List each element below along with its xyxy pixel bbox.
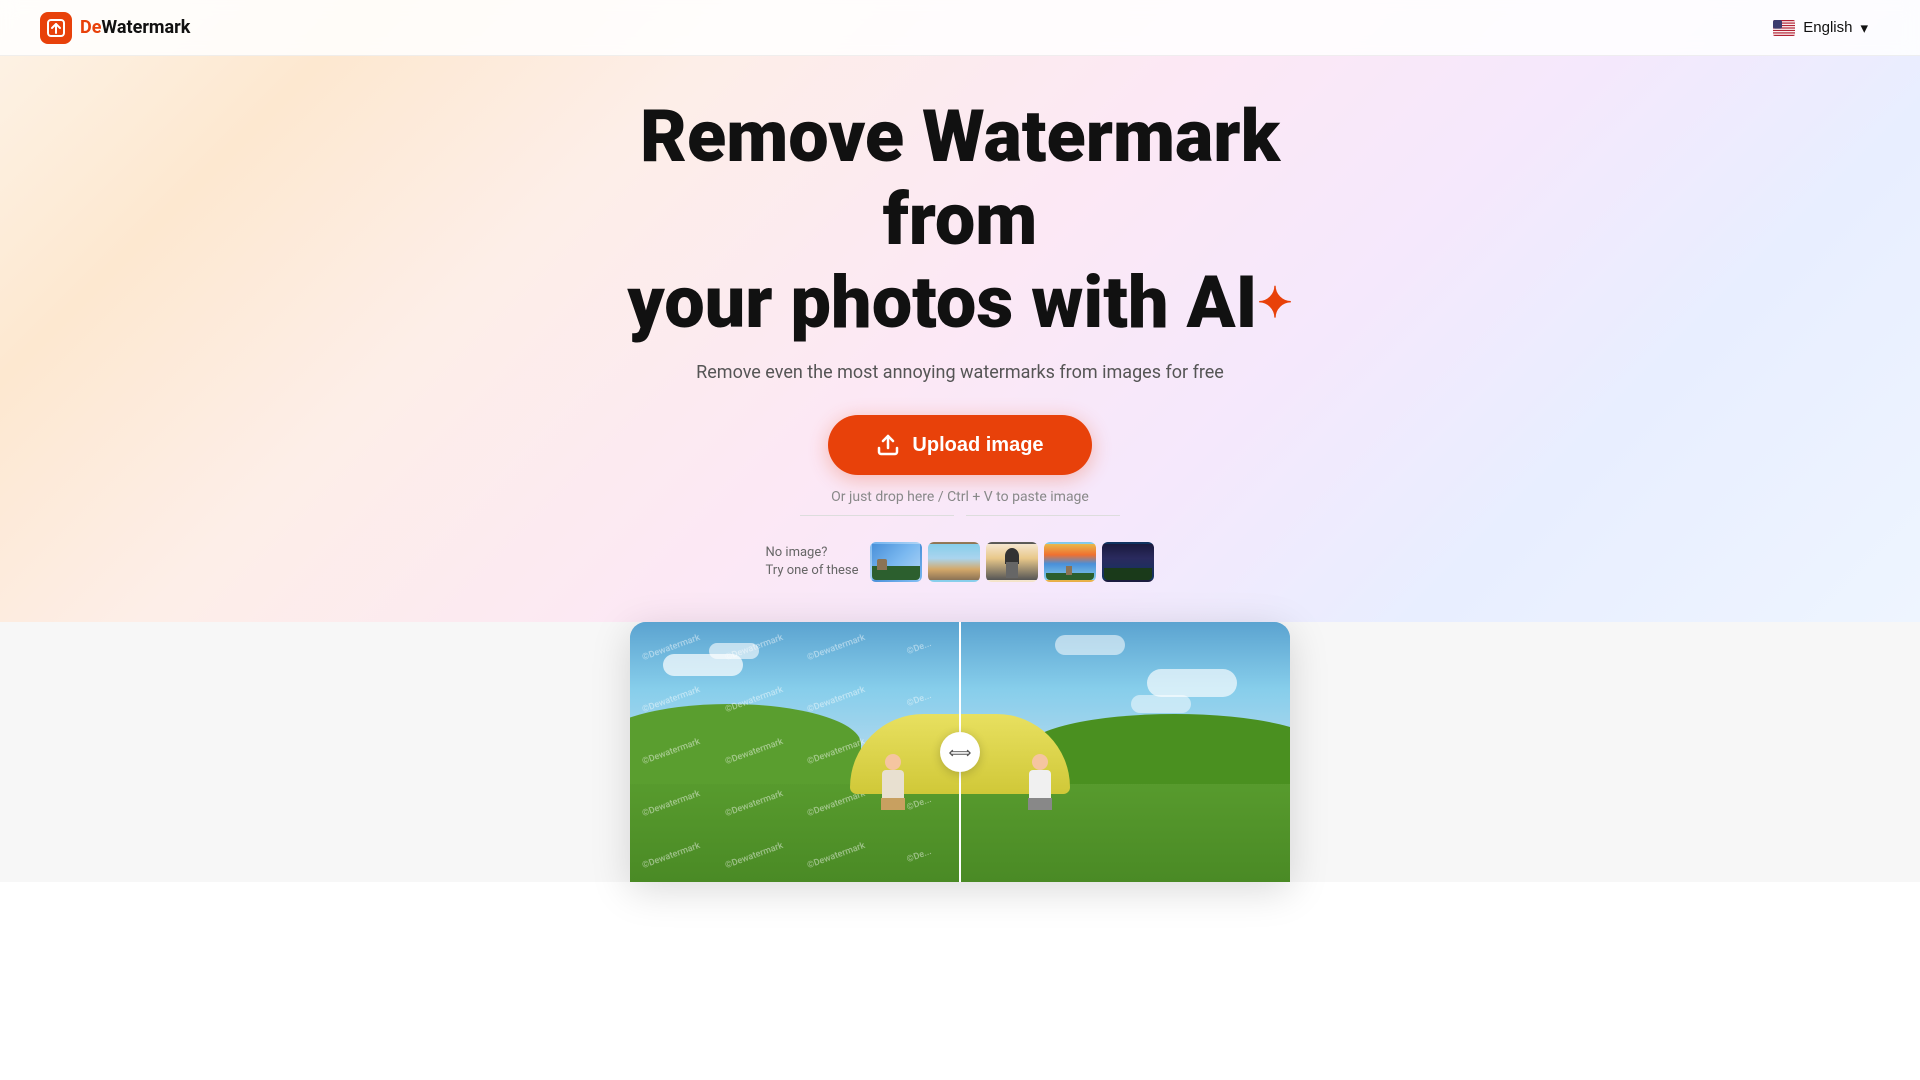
cloud-3: [1147, 669, 1237, 697]
sample-thumb-5[interactable]: [1102, 542, 1154, 582]
child-left: [881, 754, 905, 810]
slider-arrows-icon: ⟺: [949, 743, 972, 762]
sample-label: No image? Try one of these: [766, 544, 859, 580]
hero-section: Remove Watermark from your photos with A…: [0, 0, 1920, 622]
child-right: [1028, 754, 1052, 810]
flag-icon: [1773, 20, 1795, 36]
upload-button[interactable]: Upload image: [828, 415, 1091, 475]
sample-thumb-1[interactable]: [870, 542, 922, 582]
cloud-2: [709, 643, 759, 659]
sparkle-icon: ✦: [1257, 280, 1292, 328]
drop-hint: Or just drop here / Ctrl + V to paste im…: [831, 489, 1089, 505]
cloud-5: [1055, 635, 1125, 655]
hero-subtitle: Remove even the most annoying watermarks…: [696, 362, 1224, 383]
demo-container: ©Dewatermark ©Dewatermark ©Dewatermark ©…: [630, 622, 1290, 882]
sample-thumb-3[interactable]: [986, 542, 1038, 582]
sample-thumb-4[interactable]: [1044, 542, 1096, 582]
chevron-down-icon: ▾: [1860, 19, 1868, 37]
sample-thumb-2[interactable]: [928, 542, 980, 582]
demo-image: ©Dewatermark ©Dewatermark ©Dewatermark ©…: [630, 622, 1290, 882]
language-label: English: [1803, 19, 1852, 36]
language-selector[interactable]: English ▾: [1761, 13, 1880, 43]
sample-thumbs: [870, 542, 1154, 582]
logo[interactable]: DeWatermark: [40, 12, 190, 44]
upload-icon: [876, 433, 900, 457]
demo-section: ©Dewatermark ©Dewatermark ©Dewatermark ©…: [0, 622, 1920, 882]
slider-handle[interactable]: ⟺: [940, 732, 980, 772]
header: DeWatermark English ▾: [0, 0, 1920, 56]
cloud-4: [1131, 695, 1191, 713]
hero-title: Remove Watermark from your photos with A…: [570, 96, 1350, 344]
sample-images-row: No image? Try one of these: [766, 542, 1155, 582]
logo-icon: [40, 12, 72, 44]
divider: [800, 515, 1120, 516]
logo-text: DeWatermark: [80, 17, 190, 38]
